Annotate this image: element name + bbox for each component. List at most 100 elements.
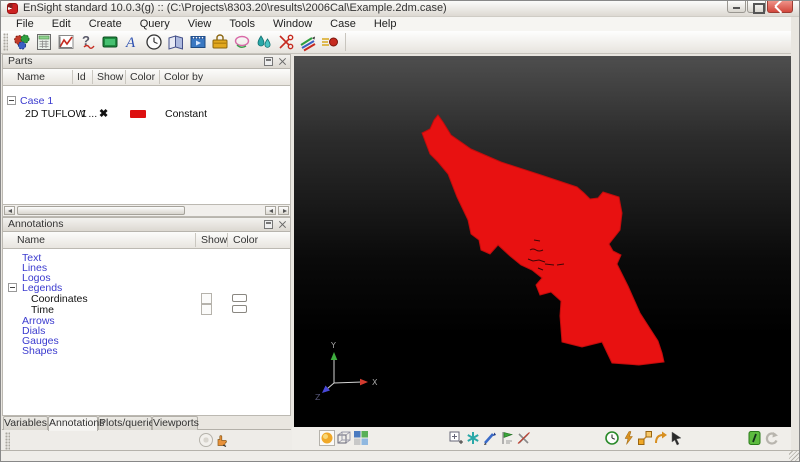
close-button[interactable] xyxy=(767,1,793,13)
tuflow-mesh-part[interactable] xyxy=(422,115,664,365)
light-sphere-icon[interactable] xyxy=(319,430,335,446)
parts-float-icon[interactable] xyxy=(264,57,273,66)
toolbar-drag-handle[interactable] xyxy=(3,33,8,51)
part-color-swatch[interactable] xyxy=(130,110,146,118)
window-title: EnSight standard 10.0.3(g) :: (C:\Projec… xyxy=(23,2,447,14)
case-label[interactable]: Case 1 xyxy=(20,95,53,107)
maximize-button[interactable] xyxy=(747,1,766,13)
z-axis-arrow-icon xyxy=(322,386,330,394)
texture-drops-icon[interactable] xyxy=(254,32,274,52)
parts-gears-icon[interactable] xyxy=(12,32,32,52)
coordinates-color-swatch[interactable] xyxy=(232,294,247,302)
main-toolbar: ? A xyxy=(1,31,800,54)
parts-col-name[interactable]: Name xyxy=(17,71,45,83)
parts-part-row[interactable]: 2D TUFLOW ... 1 ✖ Constant xyxy=(3,108,290,120)
cursor-pointer-icon[interactable] xyxy=(669,430,685,446)
ensight-window: EnSight standard 10.0.3(g) :: (C:\Projec… xyxy=(0,0,800,462)
toolbox-icon[interactable] xyxy=(210,32,230,52)
radio-dot-icon[interactable] xyxy=(199,433,213,447)
ann-label-shapes[interactable]: Shapes xyxy=(22,345,58,357)
ann-col-show[interactable]: Show xyxy=(201,234,227,246)
hand-pointer-icon[interactable] xyxy=(214,433,228,447)
menu-edit[interactable]: Edit xyxy=(43,18,80,30)
ann-row-shapes[interactable]: Shapes xyxy=(3,345,290,357)
parts-column-header: Name Id Show Color Color by xyxy=(2,69,291,86)
bounding-cube-icon[interactable] xyxy=(336,430,352,446)
mesh-canvas: Y X Z xyxy=(294,56,792,427)
annotations-close-icon[interactable] xyxy=(278,220,287,229)
viewport-monitor-icon[interactable] xyxy=(100,32,120,52)
annotations-float-icon[interactable] xyxy=(264,220,273,229)
flag-marker-icon[interactable] xyxy=(499,430,515,446)
time-color-swatch[interactable] xyxy=(232,305,247,313)
menu-view[interactable]: View xyxy=(179,18,221,30)
parts-col-color[interactable]: Color xyxy=(130,71,155,83)
graphics-viewport[interactable]: Y X Z xyxy=(294,56,792,427)
resize-grip[interactable] xyxy=(789,451,800,462)
menu-query[interactable]: Query xyxy=(131,18,179,30)
parts-col-colorby[interactable]: Color by xyxy=(164,71,203,83)
tab-variables[interactable]: Variables xyxy=(3,416,48,430)
movie-player-icon[interactable] xyxy=(188,32,208,52)
plot-chart-icon[interactable] xyxy=(56,32,76,52)
z-axis-label: Z xyxy=(315,393,321,402)
tab-viewports[interactable]: Viewports xyxy=(152,416,198,430)
time-clock-icon[interactable] xyxy=(144,32,164,52)
legends-expander-icon[interactable] xyxy=(8,283,17,292)
part-colorby-value[interactable]: Constant xyxy=(165,108,207,120)
tab-plots-queries[interactable]: Plots/queries xyxy=(98,416,152,430)
ann-col-name[interactable]: Name xyxy=(17,234,45,246)
calculator-icon[interactable] xyxy=(34,32,54,52)
status-bar xyxy=(1,450,800,462)
snap-star-icon[interactable] xyxy=(465,430,481,446)
parts-col-id[interactable]: Id xyxy=(77,71,86,83)
part-id: 1 xyxy=(81,108,87,120)
minimize-button[interactable] xyxy=(727,1,746,13)
color-pencils-icon[interactable] xyxy=(298,32,318,52)
parts-col-show[interactable]: Show xyxy=(97,71,123,83)
menu-tools[interactable]: Tools xyxy=(220,18,264,30)
parts-close-icon[interactable] xyxy=(278,57,287,66)
cut-tools-icon[interactable] xyxy=(516,430,532,446)
menu-window[interactable]: Window xyxy=(264,18,321,30)
record-info-toggle-icon[interactable] xyxy=(747,430,763,446)
undo-arrow-icon[interactable] xyxy=(763,430,779,446)
parts-hscrollbar[interactable] xyxy=(2,205,291,217)
query-probe-icon[interactable]: ? xyxy=(78,32,98,52)
zoom-select-icon[interactable] xyxy=(448,430,464,446)
menu-file[interactable]: File xyxy=(7,18,43,30)
tab-annotations[interactable]: Annotations xyxy=(48,416,98,431)
flipbook-icon[interactable] xyxy=(166,32,186,52)
jump-up-icon[interactable] xyxy=(653,430,669,446)
scroll-thumb[interactable] xyxy=(17,206,185,215)
clip-scissors-icon[interactable] xyxy=(276,32,296,52)
menu-create[interactable]: Create xyxy=(80,18,131,30)
ann-col-color[interactable]: Color xyxy=(233,234,258,246)
menu-help[interactable]: Help xyxy=(365,18,406,30)
auto-clock-icon[interactable] xyxy=(604,430,620,446)
parts-tree: Case 1 2D TUFLOW ... 1 ✖ Constant xyxy=(2,86,291,205)
scroll-right-icon[interactable] xyxy=(278,206,289,215)
y-axis-label: Y xyxy=(330,341,336,350)
annotations-tree: Text Lines Logos Legends Coordinates Tim… xyxy=(2,249,291,416)
viewport-grid-icon[interactable] xyxy=(353,430,369,446)
particle-trace-icon[interactable] xyxy=(320,32,340,52)
annotation-text-icon[interactable]: A xyxy=(122,32,142,52)
menu-case[interactable]: Case xyxy=(321,18,365,30)
coordinates-show-checkbox[interactable] xyxy=(201,293,212,304)
case-expander-icon[interactable] xyxy=(7,96,16,105)
svg-text:A: A xyxy=(125,35,136,51)
time-show-checkbox[interactable] xyxy=(201,304,212,315)
y-axis-arrow-icon xyxy=(331,352,338,360)
part-show-toggle[interactable]: ✖ xyxy=(99,108,108,120)
scroll-left-icon[interactable] xyxy=(4,206,15,215)
pick-pen-icon[interactable] xyxy=(482,430,498,446)
link-nodes-icon[interactable] xyxy=(637,430,653,446)
select-lasso-icon[interactable] xyxy=(232,32,252,52)
window-right-border xyxy=(791,17,799,450)
quick-bolt-icon[interactable] xyxy=(621,430,637,446)
scroll-left2-icon[interactable] xyxy=(265,206,276,215)
dock-mini-toolbar xyxy=(1,430,292,450)
parts-case-row[interactable]: Case 1 xyxy=(3,95,290,107)
minibar-drag-handle[interactable] xyxy=(5,432,10,450)
